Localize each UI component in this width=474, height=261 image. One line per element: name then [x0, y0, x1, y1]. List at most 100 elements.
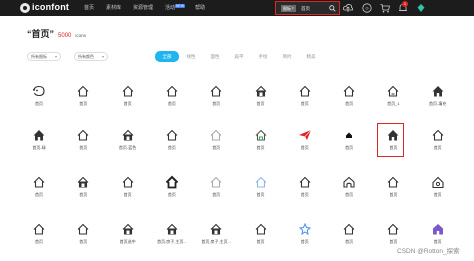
icon-card-label: 首页 [300, 192, 309, 197]
icon-card[interactable]: 首页 [64, 128, 106, 168]
icon-card[interactable]: 首页 [419, 175, 461, 215]
icon-card-label: 首页-蓝色 [118, 145, 137, 150]
icon-card[interactable]: 首页 [242, 222, 284, 261]
icon-card-label: 首页 [212, 192, 221, 197]
icon-card-label: 首页 [35, 101, 43, 106]
icon-card-label: 首页 [212, 145, 221, 150]
icon-card-label: 首页-绿 [32, 145, 46, 150]
home-icon [77, 85, 89, 97]
icon-card[interactable]: 首页-蓝色 [109, 128, 151, 168]
star-icon [298, 222, 311, 236]
icon-card-label: 首页 [345, 192, 354, 197]
watermark: CSDN @Rotton_探索 [397, 248, 460, 255]
home-icon [122, 223, 133, 235]
icon-card-label: 首页选中 [119, 239, 136, 244]
home-icon [122, 176, 133, 188]
icon-card-label: 首页 [345, 239, 354, 244]
icon-card[interactable]: 首页 [374, 175, 416, 215]
face-icon [32, 85, 45, 97]
icon-card[interactable]: 首页 [286, 222, 328, 261]
icon-card[interactable]: 首页选中 [109, 222, 151, 261]
icon-card[interactable]: 首页 [64, 84, 106, 124]
home-icon [343, 223, 355, 235]
icon-card[interactable]: 首页 [419, 128, 461, 168]
icon-card[interactable]: 首页 [153, 84, 195, 124]
icon-card[interactable]: 首页 [374, 222, 416, 261]
icon-card-label: 首页,房子,主页... [201, 239, 231, 244]
icon-card[interactable]: 首页-绿 [20, 128, 62, 168]
home-icon [255, 176, 266, 188]
home-icon [388, 223, 399, 235]
icon-card[interactable]: 首页 [286, 128, 328, 168]
icon-grid: 首页 首页 首页 首页 首页 首页 首页 首页 首页_1 首页-填充首页-绿 首页… [0, 0, 474, 261]
icon-card[interactable]: 首页-填充 [419, 84, 461, 124]
icon-card-label: 首页-填充 [429, 101, 447, 106]
icon-card-label: 首页 [256, 192, 265, 197]
icon-card[interactable]: 首页 [197, 175, 239, 215]
home-icon [299, 176, 311, 188]
home-icon [255, 223, 266, 235]
icon-card-label: 首页 [300, 239, 309, 244]
icon-card[interactable]: 首页 [153, 175, 195, 215]
home-icon [77, 176, 89, 188]
icon-card[interactable]: 首页,房子,主页... [197, 222, 239, 261]
icon-card[interactable]: 首页 [330, 84, 372, 124]
icon-card[interactable]: 首页 [20, 84, 62, 124]
icon-card-label: 首页 [167, 101, 176, 106]
home-icon [346, 132, 353, 138]
icon-card[interactable]: 首页 [197, 84, 239, 124]
icon-card[interactable]: 首页 [330, 222, 372, 261]
icon-card[interactable]: 首页 [286, 84, 328, 124]
home-icon [210, 129, 222, 141]
icon-card[interactable]: 首页 [20, 222, 62, 261]
icon-card-label: 首页 [433, 192, 442, 197]
icon-card-label: 首页 [256, 239, 265, 244]
icon-card-label: 首页 [167, 192, 176, 197]
icon-card-label: 首页 [123, 101, 132, 106]
icon-card-label: 首页 [389, 239, 398, 244]
home-icon [166, 129, 178, 141]
home-icon [432, 224, 443, 235]
icon-card[interactable]: 首页 [374, 123, 416, 168]
icon-card-label: 首页 [79, 239, 88, 244]
icon-card-label: 首页 [389, 145, 398, 150]
home-icon [210, 85, 222, 97]
icon-card[interactable]: 首页 [64, 222, 106, 261]
home-icon [77, 223, 89, 235]
home-icon [122, 85, 133, 97]
home-icon [33, 176, 45, 188]
icon-card[interactable]: 首页 [242, 84, 284, 124]
home-icon [299, 85, 311, 97]
icon-card[interactable]: 首页 [197, 128, 239, 168]
icon-card-label: 首页 [123, 192, 132, 197]
home-icon [33, 223, 45, 235]
icon-card[interactable]: 首页 [20, 175, 62, 215]
icon-card[interactable]: 首页 [242, 128, 284, 168]
icon-card-label: 首页 [35, 192, 43, 197]
icon-card[interactable]: 首页,房子,主页... [153, 222, 195, 261]
icon-card-label: 首页 [300, 101, 309, 106]
icon-card[interactable]: 首页 [64, 175, 106, 215]
home-icon [432, 86, 444, 97]
icon-card-label: 首页 [345, 145, 354, 150]
icon-card-label: 首页 [79, 101, 88, 106]
icon-card[interactable]: 首页_1 [374, 84, 416, 124]
icon-card[interactable]: 首页 [330, 175, 372, 215]
icon-card[interactable]: 首页 [153, 128, 195, 168]
icon-card[interactable]: 首页 [286, 175, 328, 215]
home-icon [210, 223, 222, 235]
home-icon [77, 129, 89, 141]
icon-card[interactable]: 首页 [419, 222, 461, 261]
icon-card-label: 首页 [35, 239, 43, 244]
home-icon [343, 176, 355, 188]
icon-card-label: 首页 [256, 145, 265, 150]
icon-card[interactable]: 首页 [242, 175, 284, 215]
home-icon [210, 176, 222, 188]
icon-card-label: 首页 [212, 101, 221, 106]
home-icon [432, 129, 444, 141]
home-icon [255, 85, 266, 97]
icon-card[interactable]: 首页 [109, 84, 151, 124]
icon-card[interactable]: 首页 [109, 175, 151, 215]
icon-card-label: 首页 [389, 192, 398, 197]
icon-card[interactable]: 首页 [330, 128, 372, 168]
